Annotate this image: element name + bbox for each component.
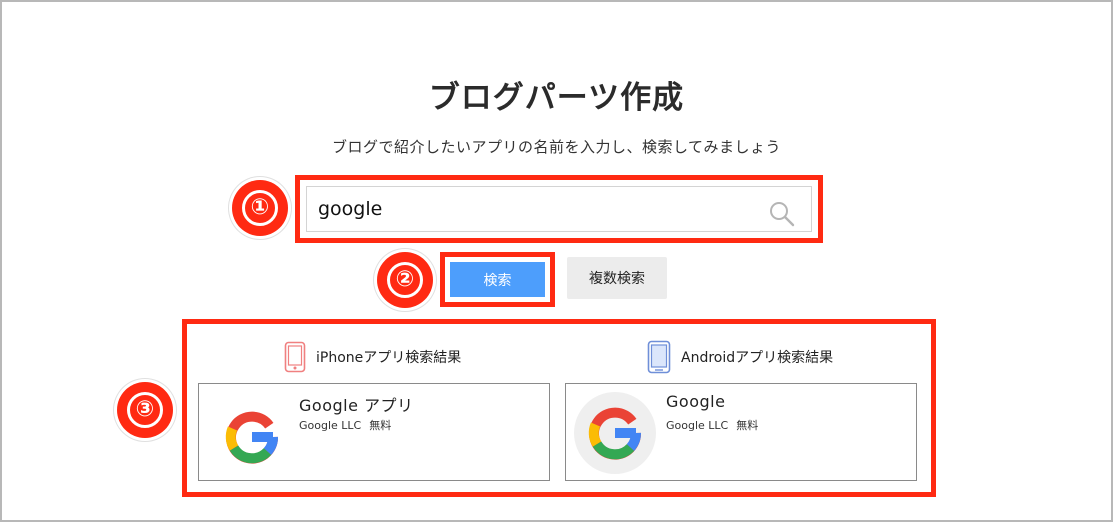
search-button[interactable]: 検索 xyxy=(450,262,545,297)
iphone-result-card[interactable]: Google アプリ Google LLC 無料 xyxy=(198,383,550,481)
multi-search-button[interactable]: 複数検索 xyxy=(567,257,667,299)
iphone-results-label: iPhoneアプリ検索結果 xyxy=(316,350,462,366)
android-app-name[interactable]: Google xyxy=(666,392,725,411)
iphone-icon xyxy=(284,341,306,373)
page-subtitle: ブログで紹介したいアプリの名前を入力し、検索してみましょう xyxy=(331,138,782,156)
step-2-number: ② xyxy=(387,262,423,298)
search-input[interactable] xyxy=(306,186,812,232)
android-app-developer: Google LLC xyxy=(666,419,729,432)
step-1-badge: ① xyxy=(232,180,288,236)
android-results-heading: Androidアプリ検索結果 xyxy=(647,340,833,374)
android-app-price: 無料 xyxy=(736,419,759,432)
iphone-app-name[interactable]: Google アプリ xyxy=(299,392,414,416)
iphone-app-meta: Google LLC 無料 xyxy=(299,417,391,433)
android-results-label: Androidアプリ検索結果 xyxy=(681,350,834,366)
step-2-badge: ② xyxy=(377,252,433,308)
iphone-app-developer: Google LLC xyxy=(299,419,362,432)
google-g-icon xyxy=(225,411,279,464)
search-highlight xyxy=(295,175,823,243)
step-3-number: ③ xyxy=(127,392,163,428)
step-1-number: ① xyxy=(242,190,278,226)
search-button-highlight: 検索 xyxy=(440,252,555,307)
page-frame: ブログパーツ作成 ブログで紹介したいアプリの名前を入力し、検索してみましょう ①… xyxy=(0,0,1113,522)
android-result-card[interactable]: Google Google LLC 無料 xyxy=(565,383,917,481)
android-phone-icon xyxy=(647,340,671,374)
google-app-logo xyxy=(211,396,293,478)
search-icon[interactable] xyxy=(768,200,796,228)
iphone-results-heading: iPhoneアプリ検索結果 xyxy=(284,340,461,374)
iphone-app-price: 無料 xyxy=(369,419,392,432)
google-logo xyxy=(574,392,656,474)
step-3-badge: ③ xyxy=(117,382,173,438)
android-app-meta: Google LLC 無料 xyxy=(666,417,758,433)
google-g-icon xyxy=(588,407,642,460)
page-title: ブログパーツ作成 xyxy=(428,80,685,116)
